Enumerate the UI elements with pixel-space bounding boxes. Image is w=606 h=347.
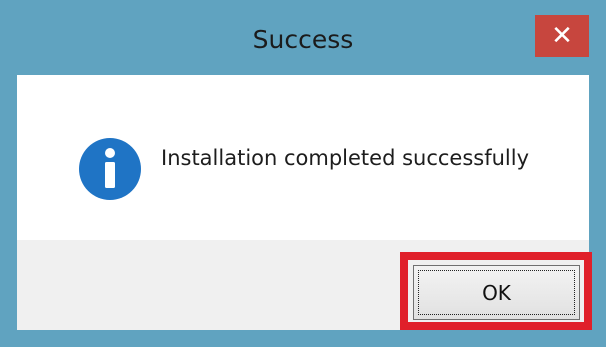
window-bottom-border: [0, 330, 606, 347]
close-icon: ✕: [551, 21, 573, 51]
dialog-message: Installation completed successfully: [161, 146, 530, 170]
dialog-title: Success: [252, 25, 354, 54]
dialog-content: Installation completed successfully: [17, 75, 589, 240]
close-button[interactable]: ✕: [535, 15, 589, 57]
highlight-box: [400, 252, 592, 330]
title-bar: Success ✕: [0, 0, 606, 75]
dialog-window: Success ✕ Installation completed success…: [0, 0, 606, 347]
info-icon: [79, 138, 141, 200]
